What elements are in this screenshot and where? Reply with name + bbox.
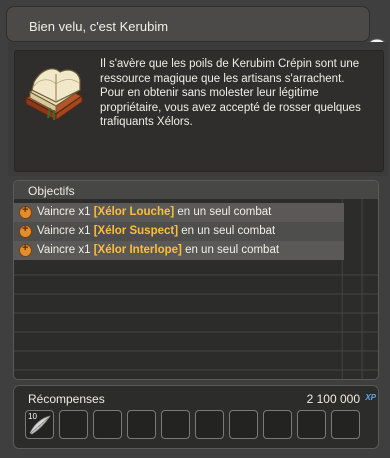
reward-slot[interactable] bbox=[297, 410, 326, 439]
reward-slot[interactable] bbox=[263, 410, 292, 439]
objective-bullet-icon bbox=[19, 204, 32, 219]
objective-bullet-icon bbox=[19, 223, 32, 238]
reward-slot[interactable]: 10 bbox=[25, 410, 54, 439]
reward-slot[interactable] bbox=[59, 410, 88, 439]
quest-description: Il s'avère que les poils de Kerubim Crép… bbox=[100, 58, 361, 128]
quest-title-bar: Bien velu, c'est Kerubim bbox=[6, 6, 370, 42]
rewards-title: Récompenses bbox=[28, 392, 105, 406]
objective-row: Vaincre x1 [Xélor Louche] en un seul com… bbox=[14, 203, 344, 222]
reward-slot[interactable] bbox=[195, 410, 224, 439]
objectives-panel: Objectifs Vaincre x1 [Xélor Louche] en u… bbox=[13, 180, 379, 380]
reward-slot[interactable] bbox=[331, 410, 360, 439]
objective-bullet-icon bbox=[19, 242, 32, 257]
objective-text: Vaincre x1 [Xélor Interlope] en un seul … bbox=[37, 244, 280, 256]
quest-title: Bien velu, c'est Kerubim bbox=[29, 19, 169, 34]
xp-label: XP bbox=[365, 393, 376, 402]
objectives-header: Objectifs bbox=[14, 181, 378, 199]
book-icon bbox=[24, 68, 84, 121]
reward-slot[interactable] bbox=[229, 410, 258, 439]
reward-slot[interactable] bbox=[161, 410, 190, 439]
objective-text: Vaincre x1 [Xélor Louche] en un seul com… bbox=[37, 206, 272, 218]
objective-text: Vaincre x1 [Xélor Suspect] en un seul co… bbox=[37, 225, 276, 237]
reward-slot[interactable] bbox=[93, 410, 122, 439]
objective-row: Vaincre x1 [Xélor Interlope] en un seul … bbox=[14, 241, 344, 260]
objective-row: Vaincre x1 [Xélor Suspect] en un seul co… bbox=[14, 222, 344, 241]
xp-value: 2 100 000 bbox=[306, 392, 360, 406]
reward-slot[interactable] bbox=[127, 410, 156, 439]
rewards-panel: Récompenses 2 100 000 XP 10 bbox=[13, 385, 379, 449]
objectives-title: Objectifs bbox=[28, 184, 75, 198]
item-count: 10 bbox=[28, 412, 37, 421]
